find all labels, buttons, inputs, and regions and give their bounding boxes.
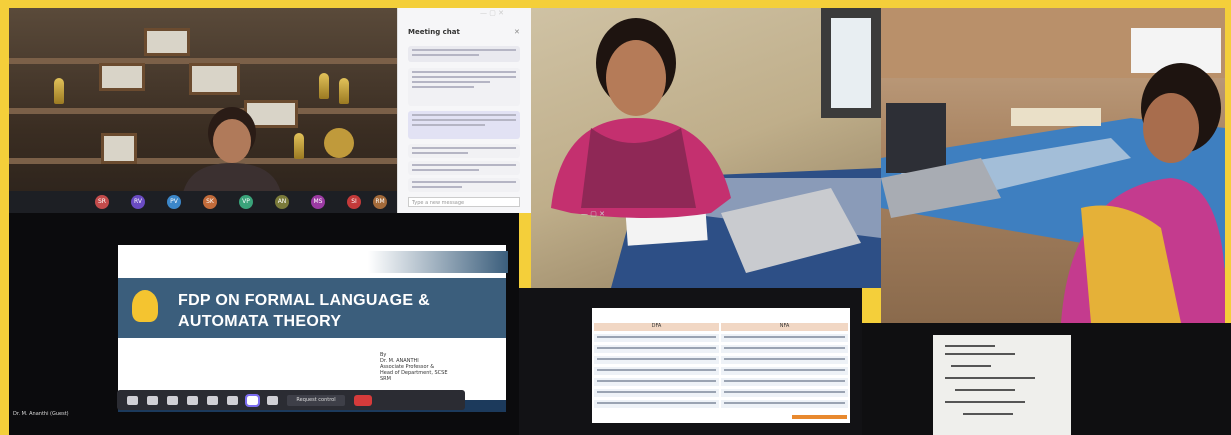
- chat-message: [408, 144, 520, 158]
- table-row: [594, 355, 848, 365]
- more-icon[interactable]: [207, 395, 218, 405]
- medal-plaque: [324, 128, 354, 158]
- screen-share-title-slide: FDP ON FORMAL LANGUAGE & AUTOMATA THEORY…: [9, 213, 519, 435]
- chat-message: [408, 161, 520, 175]
- mic-icon[interactable]: [167, 395, 178, 405]
- avatar[interactable]: VP: [239, 195, 253, 209]
- ink-line: [945, 353, 1015, 355]
- table-row: [594, 388, 848, 398]
- table-row: [594, 377, 848, 387]
- avatar[interactable]: SI: [347, 195, 361, 209]
- slide-author-block: By Dr. M. ANANTHI Associate Professor & …: [380, 352, 500, 382]
- participant-person: [182, 107, 282, 198]
- leave-call-button[interactable]: [354, 394, 372, 406]
- camera-icon[interactable]: [147, 395, 158, 405]
- slide-title-line2: AUTOMATA THEORY: [178, 313, 342, 330]
- lightbulb-icon: [132, 290, 158, 322]
- window-controls[interactable]: — ▢ ✕: [480, 9, 504, 17]
- share-screen-icon[interactable]: [245, 393, 260, 407]
- chat-icon[interactable]: [187, 395, 198, 405]
- avatar[interactable]: AN: [275, 195, 289, 209]
- chat-input[interactable]: Type a new message: [408, 197, 520, 207]
- avatar[interactable]: MS: [311, 195, 325, 209]
- window-controls[interactable]: — ▢ ✕: [581, 210, 605, 218]
- request-control-button[interactable]: Request control: [287, 394, 345, 406]
- ink-line: [963, 413, 1013, 415]
- table-row: [594, 344, 848, 354]
- table-row: [594, 366, 848, 376]
- presentation-slide: FDP ON FORMAL LANGUAGE & AUTOMATA THEORY…: [118, 245, 508, 412]
- chat-title: Meeting chat: [408, 28, 460, 36]
- meeting-toolbar: Request control: [117, 390, 465, 410]
- chat-message: [408, 46, 520, 62]
- close-icon[interactable]: ✕: [514, 28, 520, 36]
- raise-hand-icon[interactable]: [227, 395, 238, 405]
- photo-frame: [144, 28, 190, 56]
- office-scene: [881, 8, 1225, 323]
- avatar[interactable]: SR: [95, 195, 109, 209]
- desk-scene: [551, 8, 881, 288]
- trophy-icon: [294, 133, 304, 159]
- video-feed-notes: [862, 323, 1231, 435]
- participant-strip: SR RV PV SK VP AN MS SI RM: [9, 191, 397, 213]
- ink-line: [945, 377, 1035, 379]
- presenter-name-tag: Dr. M. Ananthi (Guest): [13, 411, 69, 417]
- photo-frame: [189, 63, 240, 95]
- slide-title: FDP ON FORMAL LANGUAGE & AUTOMATA THEORY: [178, 290, 430, 332]
- trophy-icon: [339, 78, 349, 104]
- comparison-slide: DFA NFA: [592, 308, 850, 423]
- meeting-chat-panel: — ▢ ✕ Meeting chat ✕ Type a new message: [397, 8, 532, 213]
- trophy-icon: [54, 78, 64, 104]
- table-row: [594, 399, 848, 409]
- slide-accent-bar: [792, 415, 847, 419]
- avatar[interactable]: PV: [167, 195, 181, 209]
- slide-decoration: [368, 251, 508, 273]
- table-header-dfa: DFA: [594, 323, 719, 331]
- screen-share-table-slide: DFA NFA: [519, 288, 862, 435]
- video-feed-office: [881, 8, 1225, 323]
- video-feed-shelf: SR RV PV SK VP AN MS SI RM: [9, 8, 397, 213]
- photo-frame: [101, 133, 137, 164]
- photo-frame: [99, 63, 145, 91]
- video-feed-desk: — ▢ ✕: [531, 8, 881, 288]
- ink-line: [951, 365, 991, 367]
- table-header-nfa: NFA: [721, 323, 848, 331]
- chat-message: [408, 178, 520, 192]
- avatar[interactable]: RV: [131, 195, 145, 209]
- author-inst: SRM: [380, 376, 391, 382]
- timer-icon: [127, 395, 138, 405]
- chat-message: [408, 111, 520, 139]
- ink-line: [945, 345, 995, 347]
- slide-title-line1: FDP ON FORMAL LANGUAGE &: [178, 292, 430, 309]
- handwritten-notes: [933, 335, 1071, 435]
- table-row: [594, 333, 848, 343]
- avatar[interactable]: RM: [373, 195, 387, 209]
- participants-icon[interactable]: [267, 395, 278, 405]
- ink-line: [955, 389, 1015, 391]
- ink-line: [945, 401, 1025, 403]
- trophy-icon: [319, 73, 329, 99]
- avatar[interactable]: SK: [203, 195, 217, 209]
- chat-message: [408, 68, 520, 106]
